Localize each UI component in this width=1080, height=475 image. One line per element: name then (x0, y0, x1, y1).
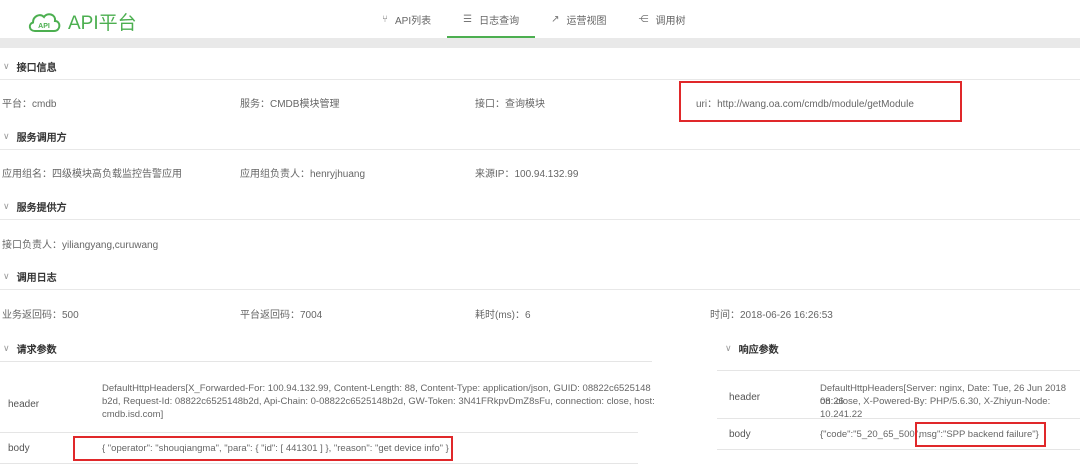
section-request-params[interactable]: ∨ 请求参数 (0, 337, 57, 359)
app-logo[interactable]: API API平台 (26, 8, 137, 35)
platform-return-code-field: 平台返回码：7004 (240, 310, 323, 321)
request-header-value-line3: cmdb.isd.com] (102, 409, 164, 420)
section-interface-info[interactable]: ∨ 接口信息 (0, 55, 57, 77)
service-field: 服务：CMDB模块管理 (240, 99, 340, 110)
chevron-down-icon: ∨ (725, 342, 732, 353)
section-caller[interactable]: ∨ 服务调用方 (0, 125, 67, 147)
request-body-highlight-box (73, 436, 453, 461)
main-nav: ⑂ API列表 ☰ 日志查询 ↗ 运营视图 ⋲ 调用树 (366, 0, 701, 38)
tree-icon: ⋲ (638, 13, 649, 25)
section-title: 服务提供方 (16, 202, 67, 214)
interface-field: 接口：查询模块 (475, 99, 545, 110)
response-msg-highlight-box (915, 422, 1046, 447)
nav-tab-call-tree[interactable]: ⋲ 调用树 (622, 0, 701, 38)
uri-highlight-box (679, 81, 962, 122)
section-title: 服务调用方 (16, 132, 67, 144)
top-navbar: API API平台 ⑂ API列表 ☰ 日志查询 ↗ 运营视图 ⋲ 调用树 (0, 0, 1080, 38)
divider (717, 370, 1080, 371)
section-title: 响应参数 (738, 344, 779, 356)
section-provider[interactable]: ∨ 服务提供方 (0, 195, 67, 217)
navbar-divider (0, 38, 1080, 48)
chevron-down-icon: ∨ (3, 342, 10, 353)
section-title: 接口信息 (16, 62, 57, 74)
app-name: API平台 (68, 13, 137, 34)
elapsed-field: 耗时(ms)：6 (475, 310, 531, 321)
time-field: 时间：2018-06-26 16:26:53 (710, 310, 833, 321)
chevron-down-icon: ∨ (3, 200, 10, 211)
table-row-divider (0, 463, 638, 464)
interface-owner-field: 接口负责人：yiliangyang,curuwang (2, 240, 159, 251)
nav-tab-api-list[interactable]: ⑂ API列表 (366, 0, 447, 38)
request-header-value-line1: DefaultHttpHeaders[X_Forwarded-For: 100.… (102, 383, 651, 394)
chevron-down-icon: ∨ (3, 270, 10, 281)
section-call-log[interactable]: ∨ 调用日志 (0, 265, 57, 287)
biz-return-code-field: 业务返回码：500 (2, 310, 79, 321)
section-response-params[interactable]: ∨ 响应参数 (722, 337, 779, 359)
platform-field: 平台：cmdb (2, 99, 57, 110)
log-list-icon: ☰ (463, 13, 473, 25)
table-row-divider (717, 449, 1080, 450)
section-title: 请求参数 (16, 344, 57, 356)
cloud-logo-icon: API (26, 10, 62, 34)
nav-tab-label: 运营视图 (566, 15, 607, 27)
nav-tab-ops-view[interactable]: ↗ 运营视图 (535, 0, 622, 38)
app-owner-field: 应用组负责人：henryjhuang (240, 169, 366, 180)
chevron-down-icon: ∨ (3, 60, 10, 71)
response-header-label: header (729, 392, 761, 403)
table-row-divider (717, 418, 1080, 419)
divider (0, 149, 1080, 150)
nav-tab-label: 调用树 (655, 15, 686, 27)
request-header-value-line2: b2d, Request-Id: 08822c6525148b2d, Api-C… (102, 396, 655, 407)
chevron-down-icon: ∨ (3, 130, 10, 141)
source-ip-field: 来源IP：100.94.132.99 (475, 169, 579, 180)
divider (0, 219, 1080, 220)
api-list-icon: ⑂ (382, 13, 388, 25)
request-body-label: body (8, 443, 30, 454)
response-body-label: body (729, 429, 751, 440)
logo-badge-text: API (38, 23, 50, 30)
divider (0, 289, 1080, 290)
table-row-divider (0, 432, 638, 433)
response-body-code: {"code":"5_20_65_500", (820, 429, 921, 440)
section-title: 调用日志 (16, 272, 57, 284)
nav-tab-label: 日志查询 (479, 15, 520, 27)
nav-tab-label: API列表 (395, 15, 432, 27)
request-header-label: header (8, 399, 40, 410)
divider (0, 79, 1080, 80)
chart-icon: ↗ (551, 13, 560, 25)
divider (0, 361, 652, 362)
nav-tab-log-query[interactable]: ☰ 日志查询 (447, 0, 536, 38)
app-group-field: 应用组名：四级模块高负载监控告警应用 (2, 169, 182, 180)
